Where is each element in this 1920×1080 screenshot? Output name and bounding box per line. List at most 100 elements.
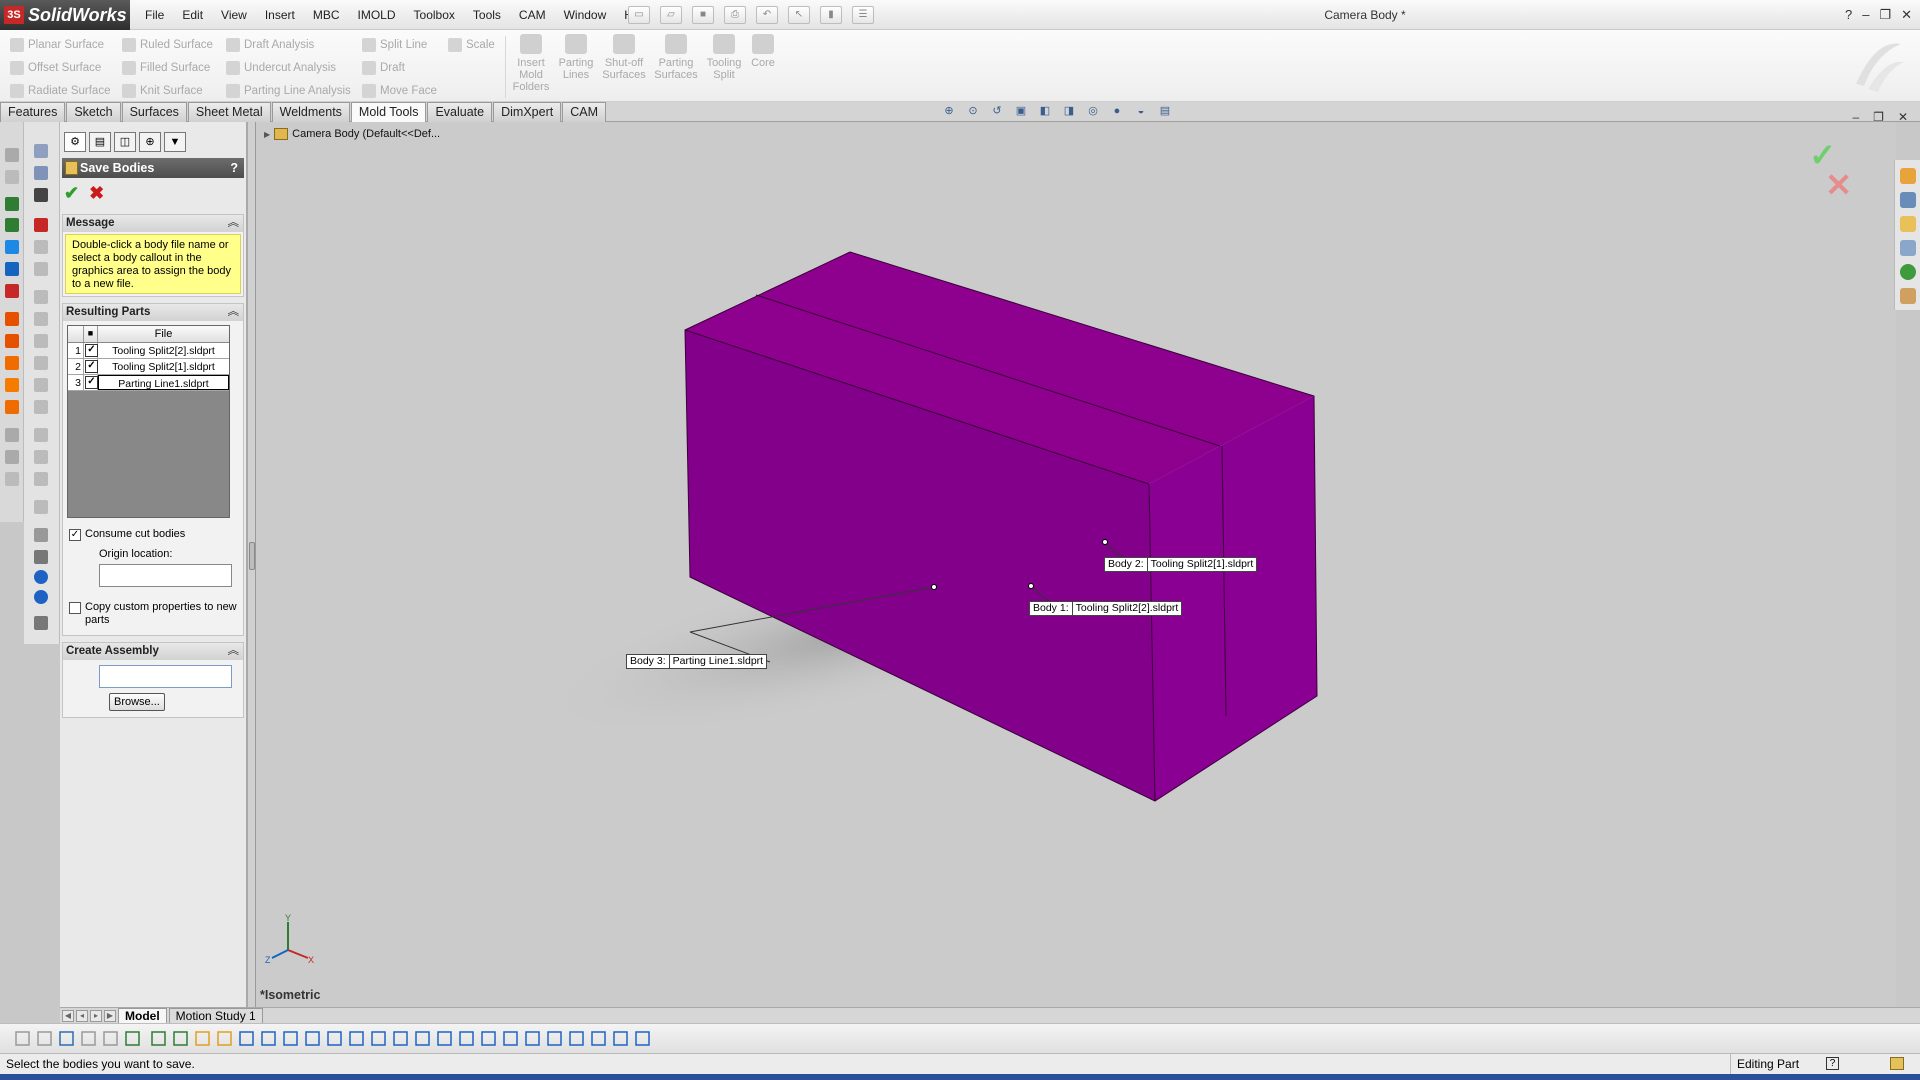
tool-icon[interactable] (34, 550, 48, 564)
panel-splitter[interactable] (248, 122, 256, 1007)
tab-surfaces[interactable]: Surfaces (121, 102, 187, 122)
bottom-tool-icon[interactable] (217, 1031, 232, 1046)
bottom-tool-icon[interactable] (459, 1031, 474, 1046)
cut-icon[interactable] (5, 284, 19, 298)
property-manager-tab[interactable]: ▤ (89, 132, 111, 152)
create-assembly-group-header[interactable]: Create Assembly ︽ (63, 643, 243, 660)
table-row[interactable]: 1 Tooling Split2[2].sldprt (68, 343, 229, 359)
options-icon[interactable]: ☰ (852, 6, 874, 24)
splitter-handle[interactable] (249, 542, 255, 570)
design-library-icon[interactable] (1900, 192, 1916, 208)
bottom-tool-icon[interactable] (195, 1031, 210, 1046)
shut-off-surfaces-button[interactable]: Shut-off Surfaces (601, 34, 647, 81)
tab-features[interactable]: Features (0, 102, 66, 122)
bottom-tool-icon[interactable] (305, 1031, 320, 1046)
display-style-icon[interactable]: ◨ (1060, 103, 1078, 120)
bottom-tool-icon[interactable] (635, 1031, 650, 1046)
tab-sketch[interactable]: Sketch (66, 102, 121, 122)
menu-mbc[interactable]: MBC (304, 0, 349, 30)
close-button[interactable]: ✕ (1901, 0, 1912, 30)
draft-button[interactable]: Draft (362, 56, 437, 79)
tool-icon[interactable] (5, 450, 19, 464)
tool-icon[interactable] (34, 616, 48, 630)
bottom-tool-icon[interactable] (103, 1031, 118, 1046)
tool-icon[interactable] (34, 472, 48, 486)
extrude-icon[interactable] (5, 197, 19, 211)
table-row[interactable]: 3 Parting Line1.sldprt (68, 375, 229, 391)
app-logo[interactable]: 3S SolidWorks (0, 0, 130, 30)
tool-icon[interactable] (34, 290, 48, 304)
table-row[interactable]: 2 Tooling Split2[1].sldprt (68, 359, 229, 375)
appearances-icon[interactable] (1900, 264, 1916, 280)
rebuild-icon[interactable]: ▮ (820, 6, 842, 24)
tool-icon[interactable] (34, 240, 48, 254)
bottom-tool-icon[interactable] (239, 1031, 254, 1046)
copy-custom-properties-checkbox[interactable] (69, 602, 81, 614)
bottom-tool-icon[interactable] (349, 1031, 364, 1046)
chamfer-icon[interactable] (5, 334, 19, 348)
shell-icon[interactable] (5, 356, 19, 370)
first-tab-icon[interactable]: ◀ (62, 1009, 74, 1022)
assembly-name-field[interactable] (99, 665, 232, 688)
part-file-name[interactable]: Tooling Split2[1].sldprt (98, 359, 229, 374)
bottom-tool-icon[interactable] (613, 1031, 628, 1046)
part-file-name[interactable]: Parting Line1.sldprt (98, 375, 229, 390)
menu-edit[interactable]: Edit (173, 0, 212, 30)
info-icon[interactable] (34, 590, 48, 604)
tab-evaluate[interactable]: Evaluate (427, 102, 493, 122)
dimxpert-manager-tab[interactable]: ⊕ (139, 132, 161, 152)
open-icon[interactable]: ▱ (660, 6, 682, 24)
bottom-tool-icon[interactable] (37, 1031, 52, 1046)
tool-icon[interactable] (34, 262, 48, 276)
configuration-manager-tab[interactable]: ◫ (114, 132, 136, 152)
bottom-tool-icon[interactable] (59, 1031, 74, 1046)
previous-view-icon[interactable]: ↺ (988, 103, 1006, 120)
ruled-surface-button[interactable]: Ruled Surface (122, 33, 213, 56)
view-orientation-icon[interactable]: ◧ (1036, 103, 1054, 120)
menu-insert[interactable]: Insert (256, 0, 304, 30)
body-callout-2[interactable]: Body 2: Tooling Split2[1].sldprt (1104, 557, 1258, 572)
status-help-icon[interactable]: ? (1826, 1057, 1839, 1070)
menu-cam[interactable]: CAM (510, 0, 555, 30)
view-palette-icon[interactable] (1900, 240, 1916, 256)
bottom-tool-icon[interactable] (81, 1031, 96, 1046)
save-column-icon[interactable]: ■ (84, 326, 98, 342)
knit-surface-button[interactable]: Knit Surface (122, 79, 213, 102)
sweep-icon[interactable] (5, 240, 19, 254)
callout-anchor[interactable] (931, 584, 937, 590)
filled-surface-button[interactable]: Filled Surface (122, 56, 213, 79)
tool-icon[interactable] (34, 166, 48, 180)
bottom-tool-icon[interactable] (15, 1031, 30, 1046)
bottom-tool-icon[interactable] (569, 1031, 584, 1046)
save-icon[interactable] (34, 188, 48, 202)
parting-line-analysis-button[interactable]: Parting Line Analysis (226, 79, 351, 102)
bottom-tool-icon[interactable] (371, 1031, 386, 1046)
restore-button[interactable]: ❐ (1879, 0, 1891, 30)
planar-surface-button[interactable]: Planar Surface (10, 33, 110, 56)
draft-analysis-button[interactable]: Draft Analysis (226, 33, 351, 56)
custom-properties-icon[interactable] (1900, 288, 1916, 304)
consume-cut-bodies-checkbox[interactable]: ✓ (69, 529, 81, 541)
core-button[interactable]: Core (740, 34, 786, 69)
bottom-tool-icon[interactable] (393, 1031, 408, 1046)
filter-tab[interactable]: ▼ (164, 132, 186, 152)
tab-mold-tools[interactable]: Mold Tools (350, 102, 427, 122)
tool-icon[interactable] (34, 428, 48, 442)
consume-cut-bodies-option[interactable]: ✓ Consume cut bodies (63, 528, 243, 541)
pm-help-button[interactable]: ? (230, 158, 238, 178)
model-viewport[interactable] (256, 122, 1896, 1007)
tab-sheet-metal[interactable]: Sheet Metal (187, 102, 271, 122)
save-checkbox[interactable] (84, 359, 98, 374)
solidworks-resources-icon[interactable] (1900, 168, 1916, 184)
fillet-icon[interactable] (5, 312, 19, 326)
bottom-tool-icon[interactable] (283, 1031, 298, 1046)
file-explorer-icon[interactable] (1900, 216, 1916, 232)
bottom-tool-icon[interactable] (327, 1031, 342, 1046)
tool-icon[interactable] (34, 400, 48, 414)
part-file-name[interactable]: Tooling Split2[2].sldprt (98, 343, 229, 358)
collapse-icon[interactable]: ︽ (228, 304, 240, 321)
tool-icon[interactable] (34, 334, 48, 348)
zoom-to-area-icon[interactable]: ⊙ (964, 103, 982, 120)
confirmation-cancel-icon[interactable]: ✕ (1825, 166, 1852, 204)
resulting-parts-group-header[interactable]: Resulting Parts ︽ (63, 304, 243, 321)
